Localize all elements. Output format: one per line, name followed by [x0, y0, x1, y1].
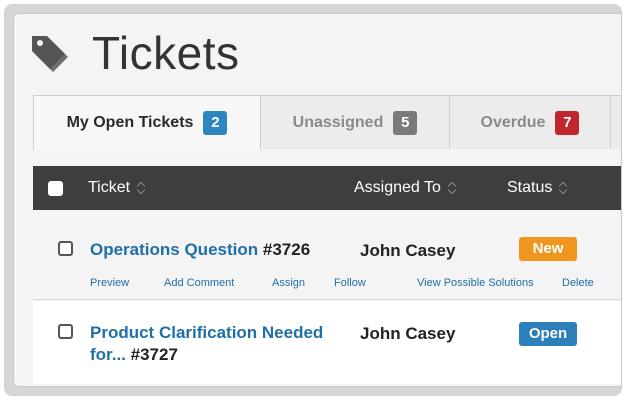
row-checkbox[interactable] [58, 241, 73, 256]
count-badge: 2 [203, 111, 228, 135]
preview-link[interactable]: Preview [90, 277, 129, 289]
add-comment-link[interactable]: Add Comment [164, 277, 234, 289]
count-badge: 7 [555, 110, 580, 135]
ticket-link[interactable]: Product Clarification Needed for... [90, 323, 323, 364]
ticket-tabs: My Open Tickets 2 Unassigned 5 Overdue 7 [33, 95, 621, 150]
tab-more[interactable] [610, 95, 621, 149]
tickets-panel: Tickets My Open Tickets 2 Unassigned 5 O… [13, 13, 622, 387]
ticket-cell: Product Clarification Needed for... #372… [90, 322, 340, 366]
assignee: John Casey [360, 241, 456, 260]
delete-link[interactable]: Delete [562, 277, 594, 289]
column-header-ticket[interactable]: Ticket [88, 166, 146, 210]
column-label: Assigned To [354, 179, 441, 196]
count-badge: 5 [393, 110, 418, 135]
ticket-number: #3727 [130, 345, 178, 364]
assignee: John Casey [360, 324, 456, 343]
table-header: Ticket Assigned To Status [33, 166, 621, 210]
row-checkbox[interactable] [58, 324, 73, 339]
column-label: Ticket [88, 179, 131, 196]
sort-icon[interactable] [136, 181, 146, 195]
follow-link[interactable]: Follow [334, 277, 366, 289]
tab-label: My Open Tickets [66, 114, 194, 131]
sort-icon[interactable] [447, 181, 457, 195]
view-possible-solutions-link[interactable]: View Possible Solutions [417, 277, 534, 289]
window-frame: Tickets My Open Tickets 2 Unassigned 5 O… [4, 4, 622, 396]
tab-label: Overdue [480, 113, 546, 131]
tab-overdue[interactable]: Overdue 7 [449, 95, 611, 149]
select-all-cell [48, 166, 63, 210]
column-label: Status [507, 179, 553, 196]
ticket-cell: Operations Question #3726 [90, 239, 310, 261]
tag-icon [32, 36, 68, 72]
table-row: Product Clarification Needed for... #372… [33, 301, 621, 384]
ticket-number: #3726 [262, 240, 311, 259]
assign-link[interactable]: Assign [272, 277, 305, 289]
column-header-assigned-to[interactable]: Assigned To [354, 166, 457, 210]
tab-unassigned[interactable]: Unassigned 5 [260, 95, 450, 149]
status-badge: Open [519, 322, 577, 346]
column-header-status[interactable]: Status [507, 166, 568, 210]
status-badge: New [519, 237, 577, 261]
page-header: Tickets [14, 14, 621, 94]
page-title: Tickets [92, 27, 240, 79]
select-all-checkbox[interactable] [48, 180, 63, 196]
tab-label: Unassigned [292, 113, 384, 131]
ticket-link[interactable]: Operations Question [90, 240, 258, 259]
sort-icon[interactable] [558, 181, 568, 195]
table-row: Operations Question #3726 John Casey New… [33, 210, 621, 300]
tab-my-open-tickets[interactable]: My Open Tickets 2 [33, 95, 261, 150]
